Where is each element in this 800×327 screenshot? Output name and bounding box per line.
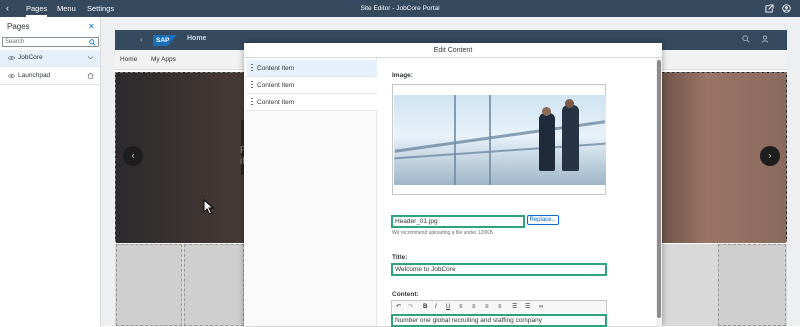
sidebar-item-label: JobCore <box>18 54 43 61</box>
underline-icon[interactable]: U <box>446 303 450 311</box>
bold-icon[interactable]: B <box>423 303 427 311</box>
content-item[interactable]: Content Item <box>247 77 377 94</box>
user-profile-icon[interactable] <box>782 4 791 13</box>
replace-button[interactable]: Replace... <box>527 215 559 225</box>
undo-icon[interactable]: ↶ <box>396 303 401 311</box>
redo-icon[interactable]: ↷ <box>408 303 413 311</box>
image-preview <box>392 84 606 195</box>
title-label: Title: <box>392 254 408 261</box>
tile[interactable] <box>718 244 786 326</box>
drag-handle-icon[interactable] <box>251 81 253 90</box>
tile[interactable] <box>116 244 182 326</box>
search-icon[interactable] <box>742 35 750 43</box>
carousel-prev-icon[interactable]: ‹ <box>123 146 143 166</box>
bullet-list-icon[interactable]: ☰ <box>512 303 517 311</box>
content-item-label: Content Item <box>257 82 295 89</box>
search-placeholder: Search <box>5 39 25 45</box>
image-label: Image: <box>392 72 413 79</box>
mouse-cursor-icon <box>203 199 215 215</box>
upload-hint: We recommend uploading a file under 120K… <box>392 230 493 236</box>
content-item-list: Content Item Content Item Content Item <box>244 58 377 326</box>
chevron-down-icon[interactable] <box>87 54 94 61</box>
window-title: Site Editor - JobCore Portal <box>360 5 440 12</box>
visibility-icon[interactable] <box>8 55 15 61</box>
align-left-icon[interactable]: ≡ <box>459 303 463 311</box>
align-right-icon[interactable]: ≡ <box>485 303 489 311</box>
content-item[interactable]: Content Item <box>247 94 377 111</box>
open-external-icon[interactable] <box>765 4 774 13</box>
content-form: Image: Header_01.jpg Replace... We recom… <box>377 58 656 327</box>
italic-icon[interactable]: I <box>435 303 437 311</box>
align-justify-icon[interactable]: ≡ <box>498 303 502 311</box>
edit-content-dialog: Edit Content Content Item Content Item C… <box>244 43 662 327</box>
rich-text-toolbar: ↶ ↷ B I U ≡ ≡ ≡ ≡ ☰ ☰ ∞ <box>391 300 607 313</box>
image-filename-field[interactable]: Header_01.jpg <box>391 215 525 228</box>
content-item[interactable]: Content Item <box>247 60 377 77</box>
content-item-label: Content Item <box>257 99 295 106</box>
content-item-label: Content Item <box>257 65 295 72</box>
content-label: Content: <box>392 291 419 298</box>
sidebar-title: Pages <box>7 22 30 31</box>
visibility-icon[interactable] <box>8 73 15 79</box>
tile[interactable] <box>184 244 244 326</box>
numbered-list-icon[interactable]: ☰ <box>525 303 530 311</box>
home-icon <box>87 72 94 79</box>
user-icon[interactable] <box>761 35 769 43</box>
drag-handle-icon[interactable] <box>251 64 253 73</box>
link-icon[interactable]: ∞ <box>539 303 543 311</box>
dialog-scrollbar[interactable] <box>656 58 662 326</box>
drag-handle-icon[interactable] <box>251 98 253 107</box>
nav-home[interactable]: Home <box>120 56 137 63</box>
title-field[interactable]: Welcome to JobCore <box>391 263 607 276</box>
content-field[interactable]: Number one global recruiting and staffin… <box>391 314 607 327</box>
content-value: Number one global recruiting and staffin… <box>395 317 542 324</box>
sap-logo: SAP <box>153 35 177 46</box>
search-icon[interactable] <box>89 39 96 46</box>
scrollbar-thumb[interactable] <box>657 60 661 318</box>
sidebar-item-launchpad[interactable]: Launchpad <box>0 68 100 85</box>
align-center-icon[interactable]: ≡ <box>472 303 476 311</box>
title-value: Welcome to JobCore <box>395 266 456 273</box>
home-menu[interactable]: Home <box>187 35 206 42</box>
sidebar-item-jobcore[interactable]: JobCore <box>0 50 100 67</box>
chevron-left-icon[interactable]: ‹ <box>140 35 143 44</box>
close-icon[interactable]: ✕ <box>88 22 95 31</box>
search-input[interactable]: Search <box>2 37 99 47</box>
dialog-title: Edit Content <box>244 43 662 58</box>
nav-my-apps[interactable]: My Apps <box>151 56 176 63</box>
header-photo <box>394 95 606 185</box>
image-filename-value: Header_01.jpg <box>395 218 438 225</box>
carousel-next-icon[interactable]: › <box>760 146 780 166</box>
sidebar-item-label: Launchpad <box>18 72 51 79</box>
pages-sidebar: Pages ✕ Search JobCore Launchpad <box>0 17 101 326</box>
top-bar: ‹ Pages Menu Settings Site Editor - JobC… <box>0 0 800 17</box>
